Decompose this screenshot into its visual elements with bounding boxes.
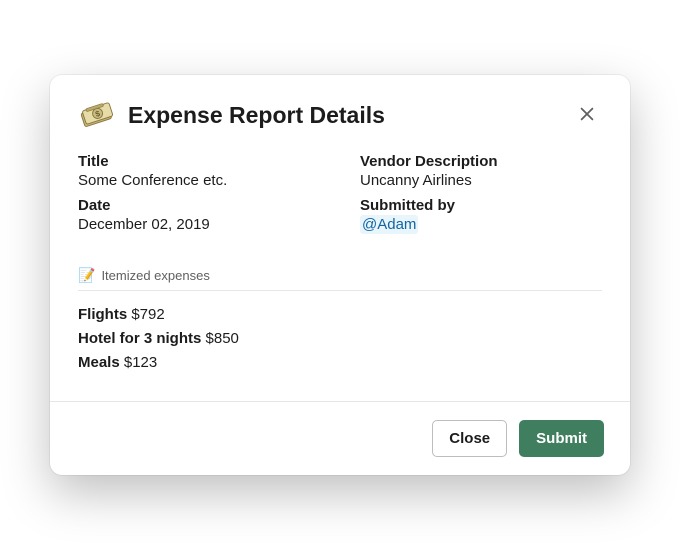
item-amount: $123 bbox=[124, 354, 157, 371]
close-button[interactable]: Close bbox=[432, 420, 507, 457]
section-divider bbox=[78, 290, 602, 291]
title-label: Title bbox=[78, 153, 320, 170]
modal-header: $ Expense Report Details bbox=[50, 75, 630, 145]
line-items: Flights $792 Hotel for 3 nights $850 Mea… bbox=[78, 303, 602, 375]
submitted-by-value: @Adam bbox=[360, 216, 602, 233]
modal-footer: Close Submit bbox=[50, 401, 630, 475]
note-icon: 📝 bbox=[78, 267, 95, 284]
list-item: Flights $792 bbox=[78, 303, 602, 327]
title-value: Some Conference etc. bbox=[78, 172, 320, 189]
list-item: Meals $123 bbox=[78, 351, 602, 375]
item-name: Meals bbox=[78, 354, 120, 371]
item-amount: $850 bbox=[206, 330, 239, 347]
date-value: December 02, 2019 bbox=[78, 216, 320, 233]
expense-modal: $ Expense Report Details Title Some Conf… bbox=[50, 75, 630, 475]
list-item: Hotel for 3 nights $850 bbox=[78, 327, 602, 351]
money-icon: $ bbox=[78, 97, 114, 133]
submitted-by-label: Submitted by bbox=[360, 197, 602, 214]
itemized-section-title: 📝 Itemized expenses bbox=[78, 267, 602, 284]
vendor-label: Vendor Description bbox=[360, 153, 602, 170]
fields-col-right: Vendor Description Uncanny Airlines Subm… bbox=[360, 153, 602, 241]
submit-button[interactable]: Submit bbox=[519, 420, 604, 457]
fields-grid: Title Some Conference etc. Date December… bbox=[78, 153, 602, 241]
modal-body: Title Some Conference etc. Date December… bbox=[50, 145, 630, 401]
itemized-section-label: Itemized expenses bbox=[101, 268, 209, 283]
item-name: Hotel for 3 nights bbox=[78, 330, 201, 347]
date-label: Date bbox=[78, 197, 320, 214]
modal-title: Expense Report Details bbox=[128, 102, 572, 129]
vendor-value: Uncanny Airlines bbox=[360, 172, 602, 189]
fields-col-left: Title Some Conference etc. Date December… bbox=[78, 153, 320, 241]
item-name: Flights bbox=[78, 306, 127, 323]
user-mention[interactable]: @Adam bbox=[360, 215, 418, 234]
close-icon bbox=[578, 105, 596, 126]
item-amount: $792 bbox=[131, 306, 164, 323]
close-icon-button[interactable] bbox=[572, 99, 602, 132]
